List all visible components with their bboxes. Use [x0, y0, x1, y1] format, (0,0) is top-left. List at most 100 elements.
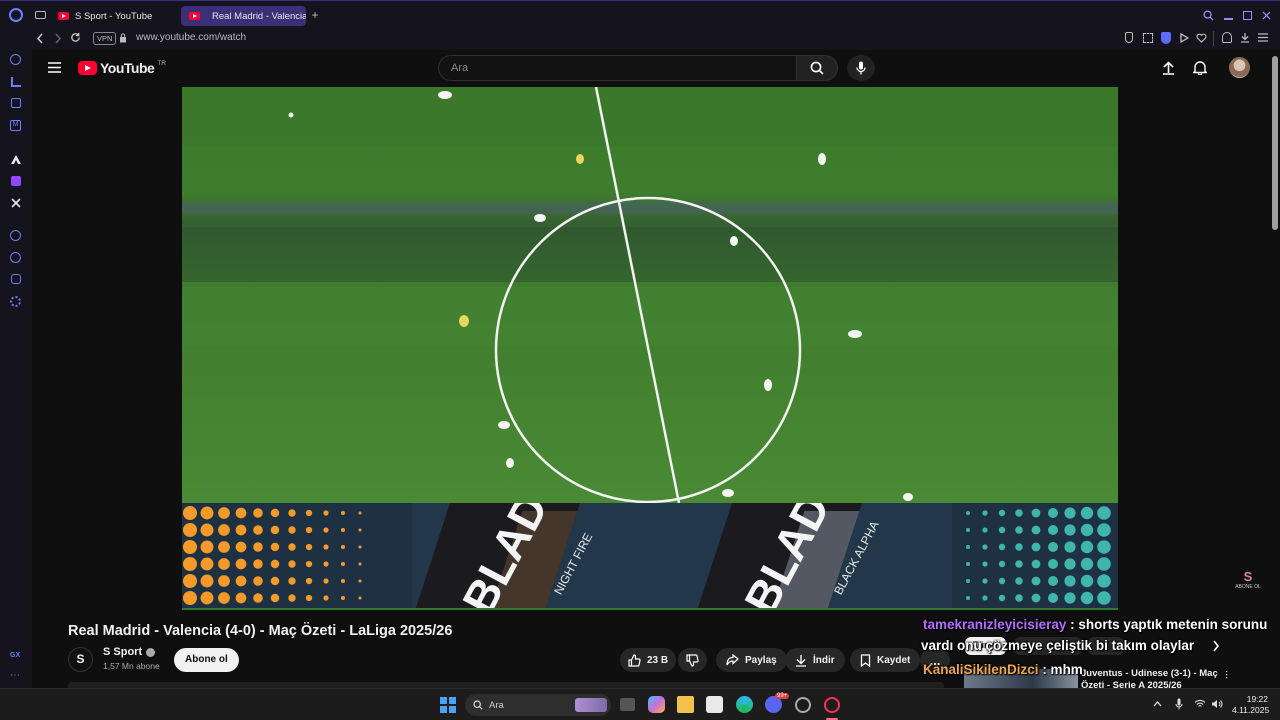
subscribe-watermark[interactable]: S ABONE OL	[1234, 570, 1262, 591]
forward-icon[interactable]	[54, 33, 62, 44]
heart-icon[interactable]	[1196, 33, 1207, 43]
ad-decor-dot	[1080, 506, 1094, 520]
taskbar-search[interactable]: Ara	[465, 694, 611, 716]
related-more-icon[interactable]: ...	[1223, 670, 1235, 679]
player-sidebar-icon[interactable]	[10, 230, 21, 241]
close-window-icon[interactable]	[1262, 11, 1271, 20]
aria-icon[interactable]	[10, 154, 22, 165]
video-progress-bar[interactable]	[182, 608, 1118, 610]
ad-decor-dot	[1031, 525, 1041, 535]
microsoft-store-icon[interactable]	[706, 696, 723, 713]
related-title-line2: Özeti - Serie A 2025/26	[1081, 680, 1182, 688]
tab-real-madrid[interactable]: Real Madrid - Valencia	[181, 6, 306, 26]
ad-decor-dot	[288, 543, 296, 551]
settings-icon[interactable]	[10, 296, 21, 307]
video-title: Real Madrid - Valencia (4-0) - Maç Özeti…	[68, 623, 453, 639]
channel-avatar[interactable]: S	[68, 647, 93, 672]
ad-decor-dot	[1015, 577, 1023, 585]
gx-corner-icon[interactable]	[11, 77, 21, 87]
task-view-icon[interactable]	[620, 698, 635, 711]
clock[interactable]: 19:22 4.11.2025	[1232, 694, 1269, 716]
extension-shield-icon[interactable]	[1161, 32, 1171, 44]
wallet-icon[interactable]	[11, 98, 21, 108]
x-twitter-icon[interactable]	[11, 198, 21, 208]
edge-icon[interactable]	[736, 696, 753, 713]
extensions-icon[interactable]	[11, 274, 21, 284]
ad-decor-dot	[1031, 593, 1041, 603]
tab-islands-icon[interactable]	[35, 11, 46, 19]
download-button[interactable]: İndir	[785, 648, 845, 672]
tab-s-sport[interactable]: S Sport - YouTube	[50, 6, 176, 26]
youtube-play-logo-icon	[78, 61, 97, 75]
back-icon[interactable]	[36, 33, 44, 44]
file-explorer-icon[interactable]	[677, 696, 694, 713]
copilot-icon[interactable]	[648, 696, 665, 713]
search-tabs-icon[interactable]	[1203, 10, 1214, 21]
clock-time: 19:22	[1246, 694, 1268, 704]
share-label: Paylaş	[745, 654, 777, 666]
speed-dial-icon[interactable]	[10, 54, 21, 65]
hamburger-menu-icon[interactable]	[48, 62, 61, 73]
menu-icon[interactable]	[1258, 33, 1268, 42]
ad-decor-dot	[1097, 506, 1111, 520]
windows-start-icon[interactable]	[440, 697, 456, 713]
voice-search-button[interactable]	[847, 55, 875, 81]
history-icon[interactable]	[10, 252, 21, 263]
ad-decor-dot	[235, 575, 247, 587]
ad-decor-dot	[998, 543, 1006, 551]
maximize-icon[interactable]	[1243, 11, 1252, 20]
reload-icon[interactable]	[70, 32, 81, 43]
system-tray-chevron-icon[interactable]	[1153, 701, 1162, 707]
youtube-logo[interactable]: YouTube TR	[78, 60, 166, 76]
opera-gx-icon[interactable]	[795, 697, 811, 713]
chat-message-1: tamekranizleyicisieray : shorts yaptık m…	[923, 617, 1267, 632]
ad-banner[interactable]: BLADE BLADE NIGHT FIRE BLACK ALPHA	[182, 503, 1118, 609]
user-avatar[interactable]	[1229, 57, 1250, 78]
profile-icon[interactable]	[1222, 32, 1232, 43]
ad-decor-dot	[305, 526, 313, 534]
related-video-title[interactable]: Juventus - Udinese (3-1) - Maç Özeti - S…	[1081, 668, 1218, 688]
ad-decor-dot	[1080, 557, 1094, 571]
chat-message-2: KanaliSikilenDizci : mhm	[923, 662, 1083, 677]
opera-logo-icon[interactable]	[9, 8, 23, 22]
ad-decor-dot	[253, 576, 263, 586]
new-tab-button[interactable]: +	[309, 8, 321, 22]
search-button[interactable]	[796, 55, 838, 81]
search-input[interactable]: Ara	[438, 55, 796, 81]
dislike-button[interactable]	[678, 648, 707, 672]
lock-icon[interactable]	[119, 33, 127, 43]
opera-gx-active-icon[interactable]	[824, 697, 840, 713]
snapshot-icon[interactable]	[1143, 33, 1153, 43]
player-icon[interactable]	[1179, 33, 1189, 43]
ad-decor-dot	[966, 579, 970, 583]
ad-decor-dot	[340, 510, 346, 516]
minimize-icon[interactable]	[1224, 18, 1233, 20]
download-icon[interactable]	[1240, 32, 1250, 43]
wifi-icon[interactable]	[1194, 699, 1206, 709]
ad-decor-dot	[305, 577, 313, 585]
channel-name[interactable]: S Sport	[103, 646, 142, 658]
sidebar-more-icon[interactable]: ⋯	[10, 670, 20, 681]
url-field[interactable]: www.youtube.com/watch	[136, 32, 246, 43]
ad-decor-dot	[1097, 540, 1111, 554]
video-player[interactable]	[182, 87, 1118, 503]
like-button[interactable]: 23 B	[620, 648, 677, 672]
ad-decor-dot	[305, 594, 313, 602]
twitch-icon[interactable]	[11, 176, 21, 186]
upload-icon[interactable]	[1162, 61, 1175, 75]
chip-scroll-right-icon[interactable]	[1212, 640, 1220, 652]
ad-decor-dot	[235, 558, 247, 570]
notifications-bell-icon[interactable]	[1193, 60, 1207, 75]
pin-icon[interactable]	[1125, 32, 1133, 43]
microphone-tray-icon[interactable]	[1175, 698, 1183, 710]
share-button[interactable]: Paylaş	[716, 648, 787, 672]
save-button[interactable]: Kaydet	[850, 648, 921, 672]
vpn-badge[interactable]: VPN	[93, 32, 117, 45]
ad-decor-dot	[358, 596, 362, 600]
subscribe-button[interactable]: Abone ol	[174, 648, 239, 672]
volume-icon[interactable]	[1211, 699, 1223, 709]
sidebar-gx-label[interactable]: GX	[10, 652, 20, 659]
messenger-icon[interactable]: M	[10, 120, 21, 131]
page-scrollbar[interactable]	[1272, 56, 1278, 230]
ad-decor-dot	[1097, 591, 1111, 605]
